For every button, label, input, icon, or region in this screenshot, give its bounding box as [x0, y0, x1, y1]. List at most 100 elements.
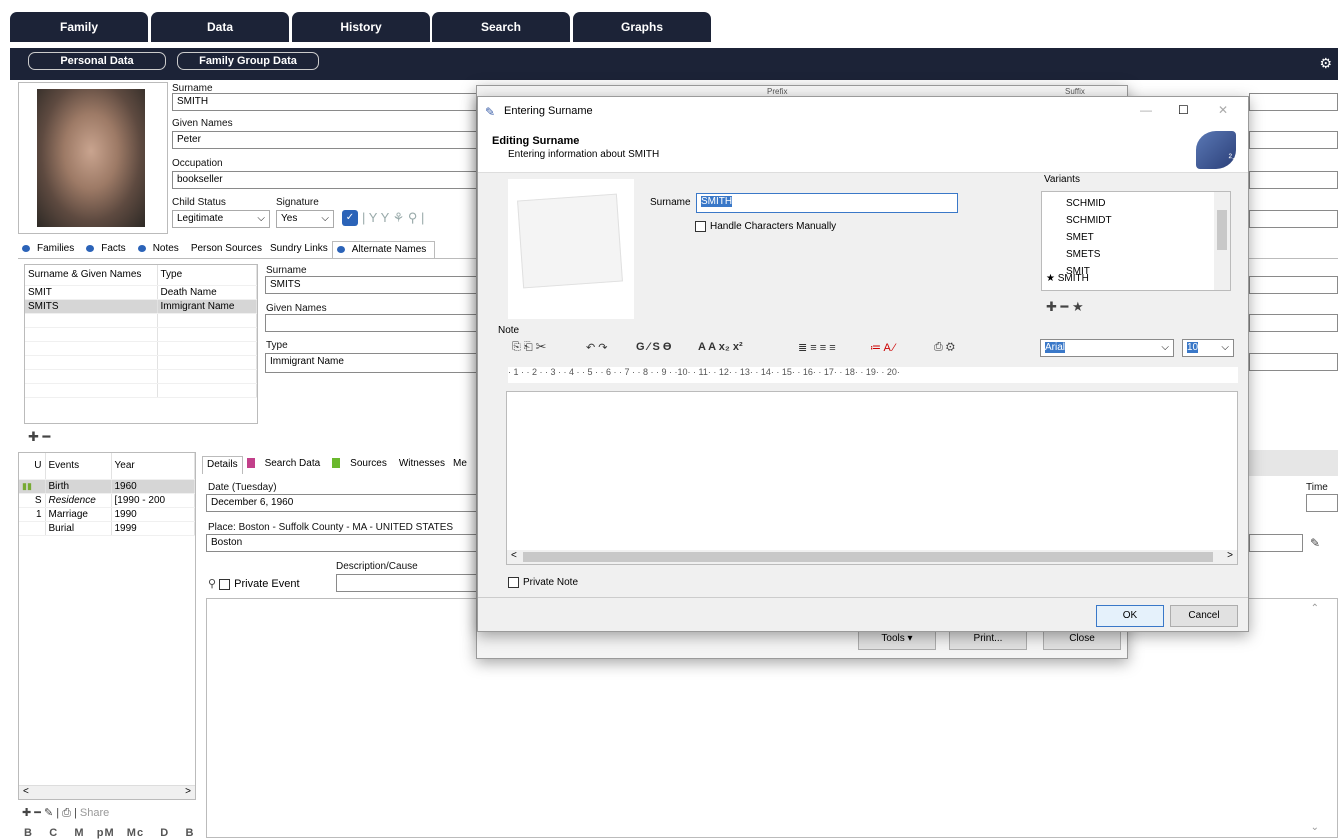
variant-item[interactable]: SMIT	[1066, 263, 1230, 280]
altname-cell[interactable]: SMIT	[25, 285, 158, 300]
alternate-names-grid[interactable]: Surname & Given Names Type SMIT Death Name…	[24, 264, 258, 424]
alt-surname-field[interactable]: SMITS	[265, 276, 480, 294]
tab-search-data[interactable]: Search Data	[243, 456, 329, 474]
tab-search[interactable]: Search	[432, 12, 570, 42]
maximize-icon[interactable]: ☐	[1178, 103, 1189, 117]
event-type-c[interactable]: C	[49, 827, 58, 839]
altname-type-cell[interactable]: Immigrant Name	[157, 299, 257, 314]
check-icon[interactable]: ✓	[342, 210, 358, 226]
gear-icon[interactable]: ⚙	[1319, 55, 1332, 72]
right-field-3[interactable]	[1249, 171, 1338, 189]
event-type-m[interactable]: M	[74, 827, 84, 839]
dialog-surname-field[interactable]: SMITH	[696, 193, 958, 213]
note-ruler[interactable]: · 1 · · 2 · · 3 · · 4 · · 5 · · 6 · · 7 …	[508, 367, 1238, 383]
color-icons[interactable]: ≔ A ⁄	[870, 341, 895, 354]
align-icons[interactable]: ≣ ≡ ≡ ≡	[798, 341, 836, 354]
events-toolbar[interactable]: ✚ ━ ✎ | ⎙ | Share	[22, 806, 109, 820]
tab-details[interactable]: Details	[202, 456, 243, 474]
col-header-type[interactable]: Type	[157, 265, 257, 286]
event-cell[interactable]: Marriage	[45, 507, 112, 522]
note-toolbar[interactable]: ⎘ ⎗ ✂ ↶ ↷ G ⁄ S ϴ A A x₂ x² ≣ ≡ ≡ ≡ ≔ A …	[508, 335, 1234, 361]
event-type-pm[interactable]: pM	[97, 827, 115, 839]
events-scrollbar[interactable]: < >	[19, 785, 195, 799]
surname-image-placeholder[interactable]	[508, 179, 634, 319]
tab-witnesses[interactable]: Witnesses	[395, 456, 449, 474]
cancel-button[interactable]: Cancel	[1170, 605, 1238, 627]
place-extra-field[interactable]	[1249, 534, 1303, 552]
close-icon[interactable]: ✕	[1218, 103, 1228, 117]
place-field[interactable]: Boston	[206, 534, 478, 552]
tab-notes[interactable]: Notes	[134, 241, 187, 259]
font-size-select[interactable]: 10 ⌵	[1182, 339, 1234, 357]
description-field[interactable]	[336, 574, 478, 592]
variant-item-partial[interactable]: ★ SMITH	[1046, 274, 1089, 284]
right-field-4[interactable]	[1249, 210, 1338, 228]
share-button[interactable]: Share	[80, 807, 109, 819]
add-remove-icons[interactable]: ✚ ━	[28, 429, 50, 445]
col-header-u[interactable]: U	[19, 453, 46, 480]
scroll-left-icon[interactable]: <	[511, 550, 517, 561]
tab-sources[interactable]: Sources	[328, 456, 395, 474]
handle-chars-option[interactable]: Handle Characters Manually	[695, 221, 836, 232]
year-cell[interactable]: [1990 - 200	[111, 493, 195, 508]
tab-sundry-links[interactable]: Sundry Links	[266, 241, 332, 259]
col-header-names[interactable]: Surname & Given Names	[25, 265, 158, 286]
tab-history[interactable]: History	[292, 12, 430, 42]
tab-data[interactable]: Data	[151, 12, 289, 42]
scroll-thumb[interactable]	[1217, 210, 1227, 250]
scroll-down-icon[interactable]: ⌄	[1311, 822, 1319, 833]
suffix-field[interactable]	[1249, 93, 1338, 111]
person-photo-frame[interactable]	[18, 82, 168, 234]
event-u-cell[interactable]: S	[19, 493, 46, 508]
col-header-events[interactable]: Events	[45, 453, 112, 480]
variant-item[interactable]: SMET	[1066, 229, 1230, 246]
tab-person-sources[interactable]: Person Sources	[187, 241, 266, 259]
personal-data-button[interactable]: Personal Data	[28, 52, 166, 70]
event-type-bar[interactable]: B C M pM Mc D B	[24, 827, 194, 839]
tab-graphs[interactable]: Graphs	[573, 12, 711, 42]
year-cell[interactable]: 1990	[111, 507, 195, 522]
font-size-icons[interactable]: A A x₂ x²	[698, 341, 743, 353]
scroll-thumb[interactable]	[523, 552, 1213, 562]
col-header-year[interactable]: Year	[111, 453, 195, 480]
tab-families[interactable]: Families	[18, 241, 82, 259]
private-note-option[interactable]: Private Note	[508, 577, 578, 588]
private-note-checkbox[interactable]	[508, 577, 519, 588]
minimize-icon[interactable]: —	[1140, 103, 1152, 117]
variants-toolbar[interactable]: ✚ ━ ★	[1046, 299, 1084, 315]
child-status-select[interactable]: Legitimate ⌵	[172, 210, 270, 228]
tab-alternate-names[interactable]: Alternate Names	[331, 241, 436, 259]
event-cell[interactable]: Birth	[45, 479, 112, 494]
right-field-2[interactable]	[1249, 131, 1338, 149]
altname-cell[interactable]: SMITS	[25, 299, 158, 314]
event-type-d[interactable]: D	[160, 827, 169, 839]
variants-list[interactable]: SCHMID SCHMIDT SMET SMETS SMIT ★ SMITH	[1041, 191, 1231, 291]
scroll-up-icon[interactable]: ⌃	[1311, 603, 1319, 614]
print-icon[interactable]: ⎙ ⚙	[934, 341, 955, 354]
date-field[interactable]: December 6, 1960	[206, 494, 478, 512]
pencil-icon[interactable]: ✎	[1310, 536, 1320, 550]
right-field-7[interactable]	[1249, 353, 1338, 371]
add-icon[interactable]: ✚	[1046, 299, 1057, 314]
private-event-toggle[interactable]: ⚲ Private Event	[208, 577, 300, 590]
events-grid[interactable]: U Events Year ▮▮ Birth 1960 S Residence [1990 …	[18, 452, 196, 800]
variant-item[interactable]: SCHMID	[1066, 195, 1230, 212]
altname-type-cell[interactable]: Death Name	[157, 285, 257, 300]
alt-given-field[interactable]	[265, 314, 480, 332]
event-type-b[interactable]: B	[24, 827, 33, 839]
tab-family[interactable]: Family	[10, 12, 148, 42]
event-type-b2[interactable]: B	[185, 827, 194, 839]
ok-button[interactable]: OK	[1096, 605, 1164, 627]
copy-icon[interactable]: ⎘ ⎗ ✂	[512, 341, 546, 354]
event-type-mc[interactable]: Mc	[127, 827, 144, 839]
variants-scrollbar[interactable]	[1214, 192, 1230, 290]
variant-item[interactable]: SCHMIDT	[1066, 212, 1230, 229]
relationship-icons[interactable]: | Y Y ⚘ ⚲ |	[362, 210, 424, 226]
event-u-cell[interactable]: 1	[19, 507, 46, 522]
right-field-5[interactable]	[1249, 276, 1338, 294]
event-cell[interactable]: Residence	[45, 493, 112, 508]
surname-field[interactable]: SMITH	[172, 93, 482, 111]
right-field-6[interactable]	[1249, 314, 1338, 332]
star-icon[interactable]: ★	[1072, 299, 1084, 314]
signature-select[interactable]: Yes ⌵	[276, 210, 334, 228]
